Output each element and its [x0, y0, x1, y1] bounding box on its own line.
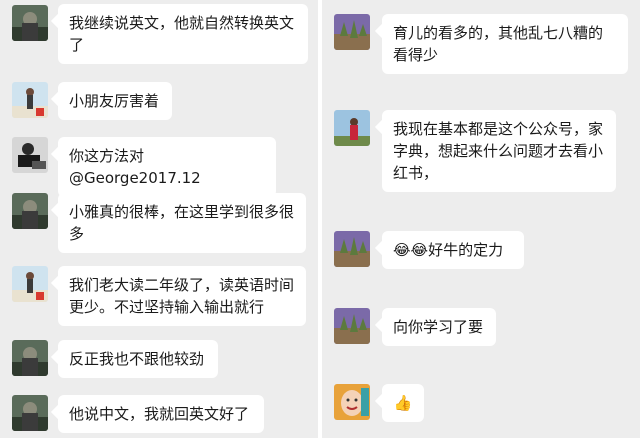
- right-chat-panel: 育儿的看多的，其他乱七八糟的看得少 我现在基本都是这个公众号，家字典，想起来什么…: [322, 0, 640, 438]
- message-bubble[interactable]: 👍: [382, 384, 424, 422]
- message-bubble[interactable]: 育儿的看多的，其他乱七八糟的看得少: [382, 14, 628, 74]
- avatar-smiling-face-icon[interactable]: [334, 384, 370, 420]
- avatar-dark-outdoor-icon[interactable]: [12, 395, 48, 431]
- message-bubble[interactable]: 小朋友厉害着: [58, 82, 172, 120]
- avatar-purple-plant-icon[interactable]: [334, 231, 370, 267]
- message-bubble[interactable]: 我继续说英文，他就自然转换英文了: [58, 4, 308, 64]
- left-chat-panel: 我继续说英文，他就自然转换英文了 小朋友厉害着 你这方法对@George2017…: [0, 0, 318, 438]
- avatar-dark-outdoor-icon[interactable]: [12, 193, 48, 229]
- message-bubble[interactable]: 我现在基本都是这个公众号，家字典，想起来什么问题才去看小红书，: [382, 110, 616, 192]
- avatar-purple-plant-icon[interactable]: [334, 308, 370, 344]
- thumbs-up-icon: 👍: [393, 394, 413, 412]
- avatar-person-sky-icon[interactable]: [334, 110, 370, 146]
- message-bubble[interactable]: 你这方法对@George2017.12: [58, 137, 276, 197]
- message-bubble[interactable]: 反正我也不跟他较劲: [58, 340, 218, 378]
- avatar-child-beach-icon[interactable]: [12, 82, 48, 118]
- avatar-dark-outdoor-icon[interactable]: [12, 5, 48, 41]
- message-bubble[interactable]: 小雅真的很棒，在这里学到很多很多: [58, 193, 306, 253]
- message-bubble[interactable]: 😂😂好牛的定力: [382, 231, 524, 269]
- message-bubble[interactable]: 他说中文，我就回英文好了: [58, 395, 264, 433]
- laughing-emoji-icon: 😂😂: [393, 241, 429, 259]
- avatar-purple-plant-icon[interactable]: [334, 14, 370, 50]
- avatar-child-beach-icon[interactable]: [12, 266, 48, 302]
- message-bubble[interactable]: 向你学习了要: [382, 308, 496, 346]
- avatar-man-bw-icon[interactable]: [12, 137, 48, 173]
- message-bubble[interactable]: 我们老大读二年级了，读英语时间更少。不过坚持输入输出就行: [58, 266, 306, 326]
- avatar-dark-outdoor-icon[interactable]: [12, 340, 48, 376]
